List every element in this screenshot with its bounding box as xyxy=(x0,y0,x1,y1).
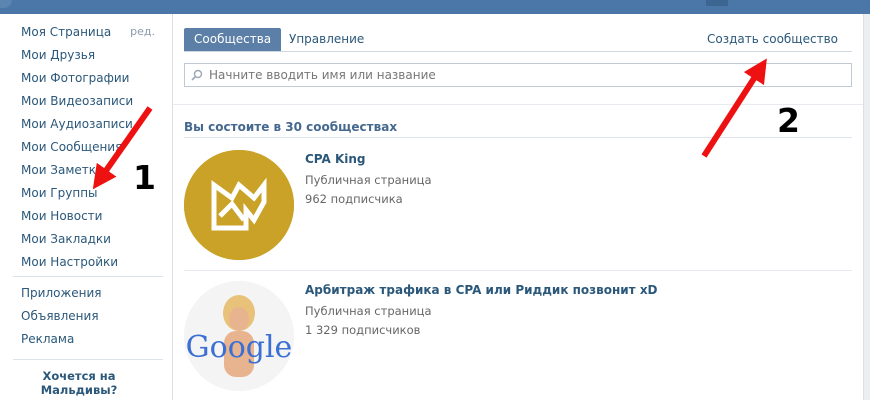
sidebar-item-label[interactable]: Мои Аудиозаписи xyxy=(21,117,133,131)
promo-ad-title[interactable]: Хочется на Мальдивы? xyxy=(14,369,144,397)
sidebar-item-label[interactable]: Мои Заметки xyxy=(21,163,104,177)
divider xyxy=(184,270,852,271)
sidebar-item-my-page[interactable]: Моя Страница ред. xyxy=(21,23,161,46)
vk-logo[interactable] xyxy=(0,0,12,8)
sidebar-item-bookmarks[interactable]: Мои Закладки xyxy=(21,230,161,253)
sidebar-item-label[interactable]: Мои Фотографии xyxy=(21,71,129,85)
crown-logo-icon xyxy=(184,150,294,260)
sidebar-item-label[interactable]: Моя Страница xyxy=(21,25,111,39)
sidebar-item-photos[interactable]: Мои Фотографии xyxy=(21,69,161,92)
section-title: Вы состоите в 30 сообществах xyxy=(184,120,398,134)
search-placeholder: Начните вводить имя или название xyxy=(209,68,436,82)
tabs-bar: Сообщества Управление Создать сообщество xyxy=(184,28,852,52)
sidebar-item-audio[interactable]: Мои Аудиозаписи xyxy=(21,115,161,138)
main-content: Сообщества Управление Создать сообщество… xyxy=(172,14,864,400)
create-community-link[interactable]: Создать сообщество xyxy=(707,28,838,51)
tab-communities[interactable]: Сообщества xyxy=(184,28,282,51)
group-name[interactable]: CPA King xyxy=(305,152,366,166)
list-item: Google Арбитраж трафика в CPA или Риддик… xyxy=(184,281,852,393)
divider xyxy=(173,104,863,105)
sidebar-item-settings[interactable]: Мои Настройки xyxy=(21,253,161,276)
sidebar-item-apps[interactable]: Приложения xyxy=(21,284,161,307)
sidebar-item-friends[interactable]: Мои Друзья xyxy=(21,46,161,69)
tab-management[interactable]: Управление xyxy=(279,28,374,51)
list-item: CPA King Публичная страница 962 подписчи… xyxy=(184,150,852,262)
avatar-text: Google xyxy=(186,330,293,365)
sidebar-item-news[interactable]: Мои Новости xyxy=(21,207,161,230)
sidebar-item-label[interactable]: Мои Сообщения xyxy=(21,140,122,154)
sidebar-item-label[interactable]: Объявления xyxy=(21,309,99,323)
edit-page-link[interactable]: ред. xyxy=(130,23,155,41)
annotation-label-1: 1 xyxy=(133,158,156,197)
group-avatar-arbitrage[interactable]: Google xyxy=(184,281,294,391)
sidebar-extra-menu: Приложения Объявления Реклама xyxy=(21,284,161,353)
sidebar-item-label[interactable]: Мои Новости xyxy=(21,209,102,223)
sidebar-item-label[interactable]: Мои Друзья xyxy=(21,48,95,62)
search-icon xyxy=(191,69,203,81)
sidebar-item-label[interactable]: Мои Группы xyxy=(21,186,98,200)
search-input[interactable]: Начните вводить имя или название xyxy=(184,63,852,87)
sidebar-divider xyxy=(13,359,163,360)
sidebar-item-label[interactable]: Реклама xyxy=(21,332,74,346)
google-parody-image: Google xyxy=(184,281,294,391)
sidebar-item-label[interactable]: Мои Настройки xyxy=(21,255,118,269)
header-button[interactable] xyxy=(706,0,728,6)
left-sidebar: Моя Страница ред. Мои Друзья Мои Фотогра… xyxy=(0,14,172,400)
sidebar-item-videos[interactable]: Мои Видеозаписи xyxy=(21,92,161,115)
group-subscribers: 1 329 подписчиков xyxy=(305,323,421,337)
divider xyxy=(184,137,852,138)
sidebar-item-label[interactable]: Мои Закладки xyxy=(21,232,111,246)
sidebar-divider xyxy=(13,276,163,277)
sidebar-item-ads[interactable]: Объявления xyxy=(21,307,161,330)
sidebar-item-label[interactable]: Мои Видеозаписи xyxy=(21,94,133,108)
group-type: Публичная страница xyxy=(305,304,432,318)
sidebar-menu: Моя Страница ред. Мои Друзья Мои Фотогра… xyxy=(21,23,161,276)
group-type: Публичная страница xyxy=(305,173,432,187)
top-header-bar xyxy=(0,0,870,14)
group-avatar-cpa-king[interactable] xyxy=(184,150,294,260)
sidebar-item-advertising[interactable]: Реклама xyxy=(21,330,161,353)
group-name[interactable]: Арбитраж трафика в CPA или Риддик позвон… xyxy=(305,283,658,297)
annotation-label-2: 2 xyxy=(777,101,800,140)
sidebar-item-label[interactable]: Приложения xyxy=(21,286,102,300)
group-subscribers: 962 подписчика xyxy=(305,192,403,206)
